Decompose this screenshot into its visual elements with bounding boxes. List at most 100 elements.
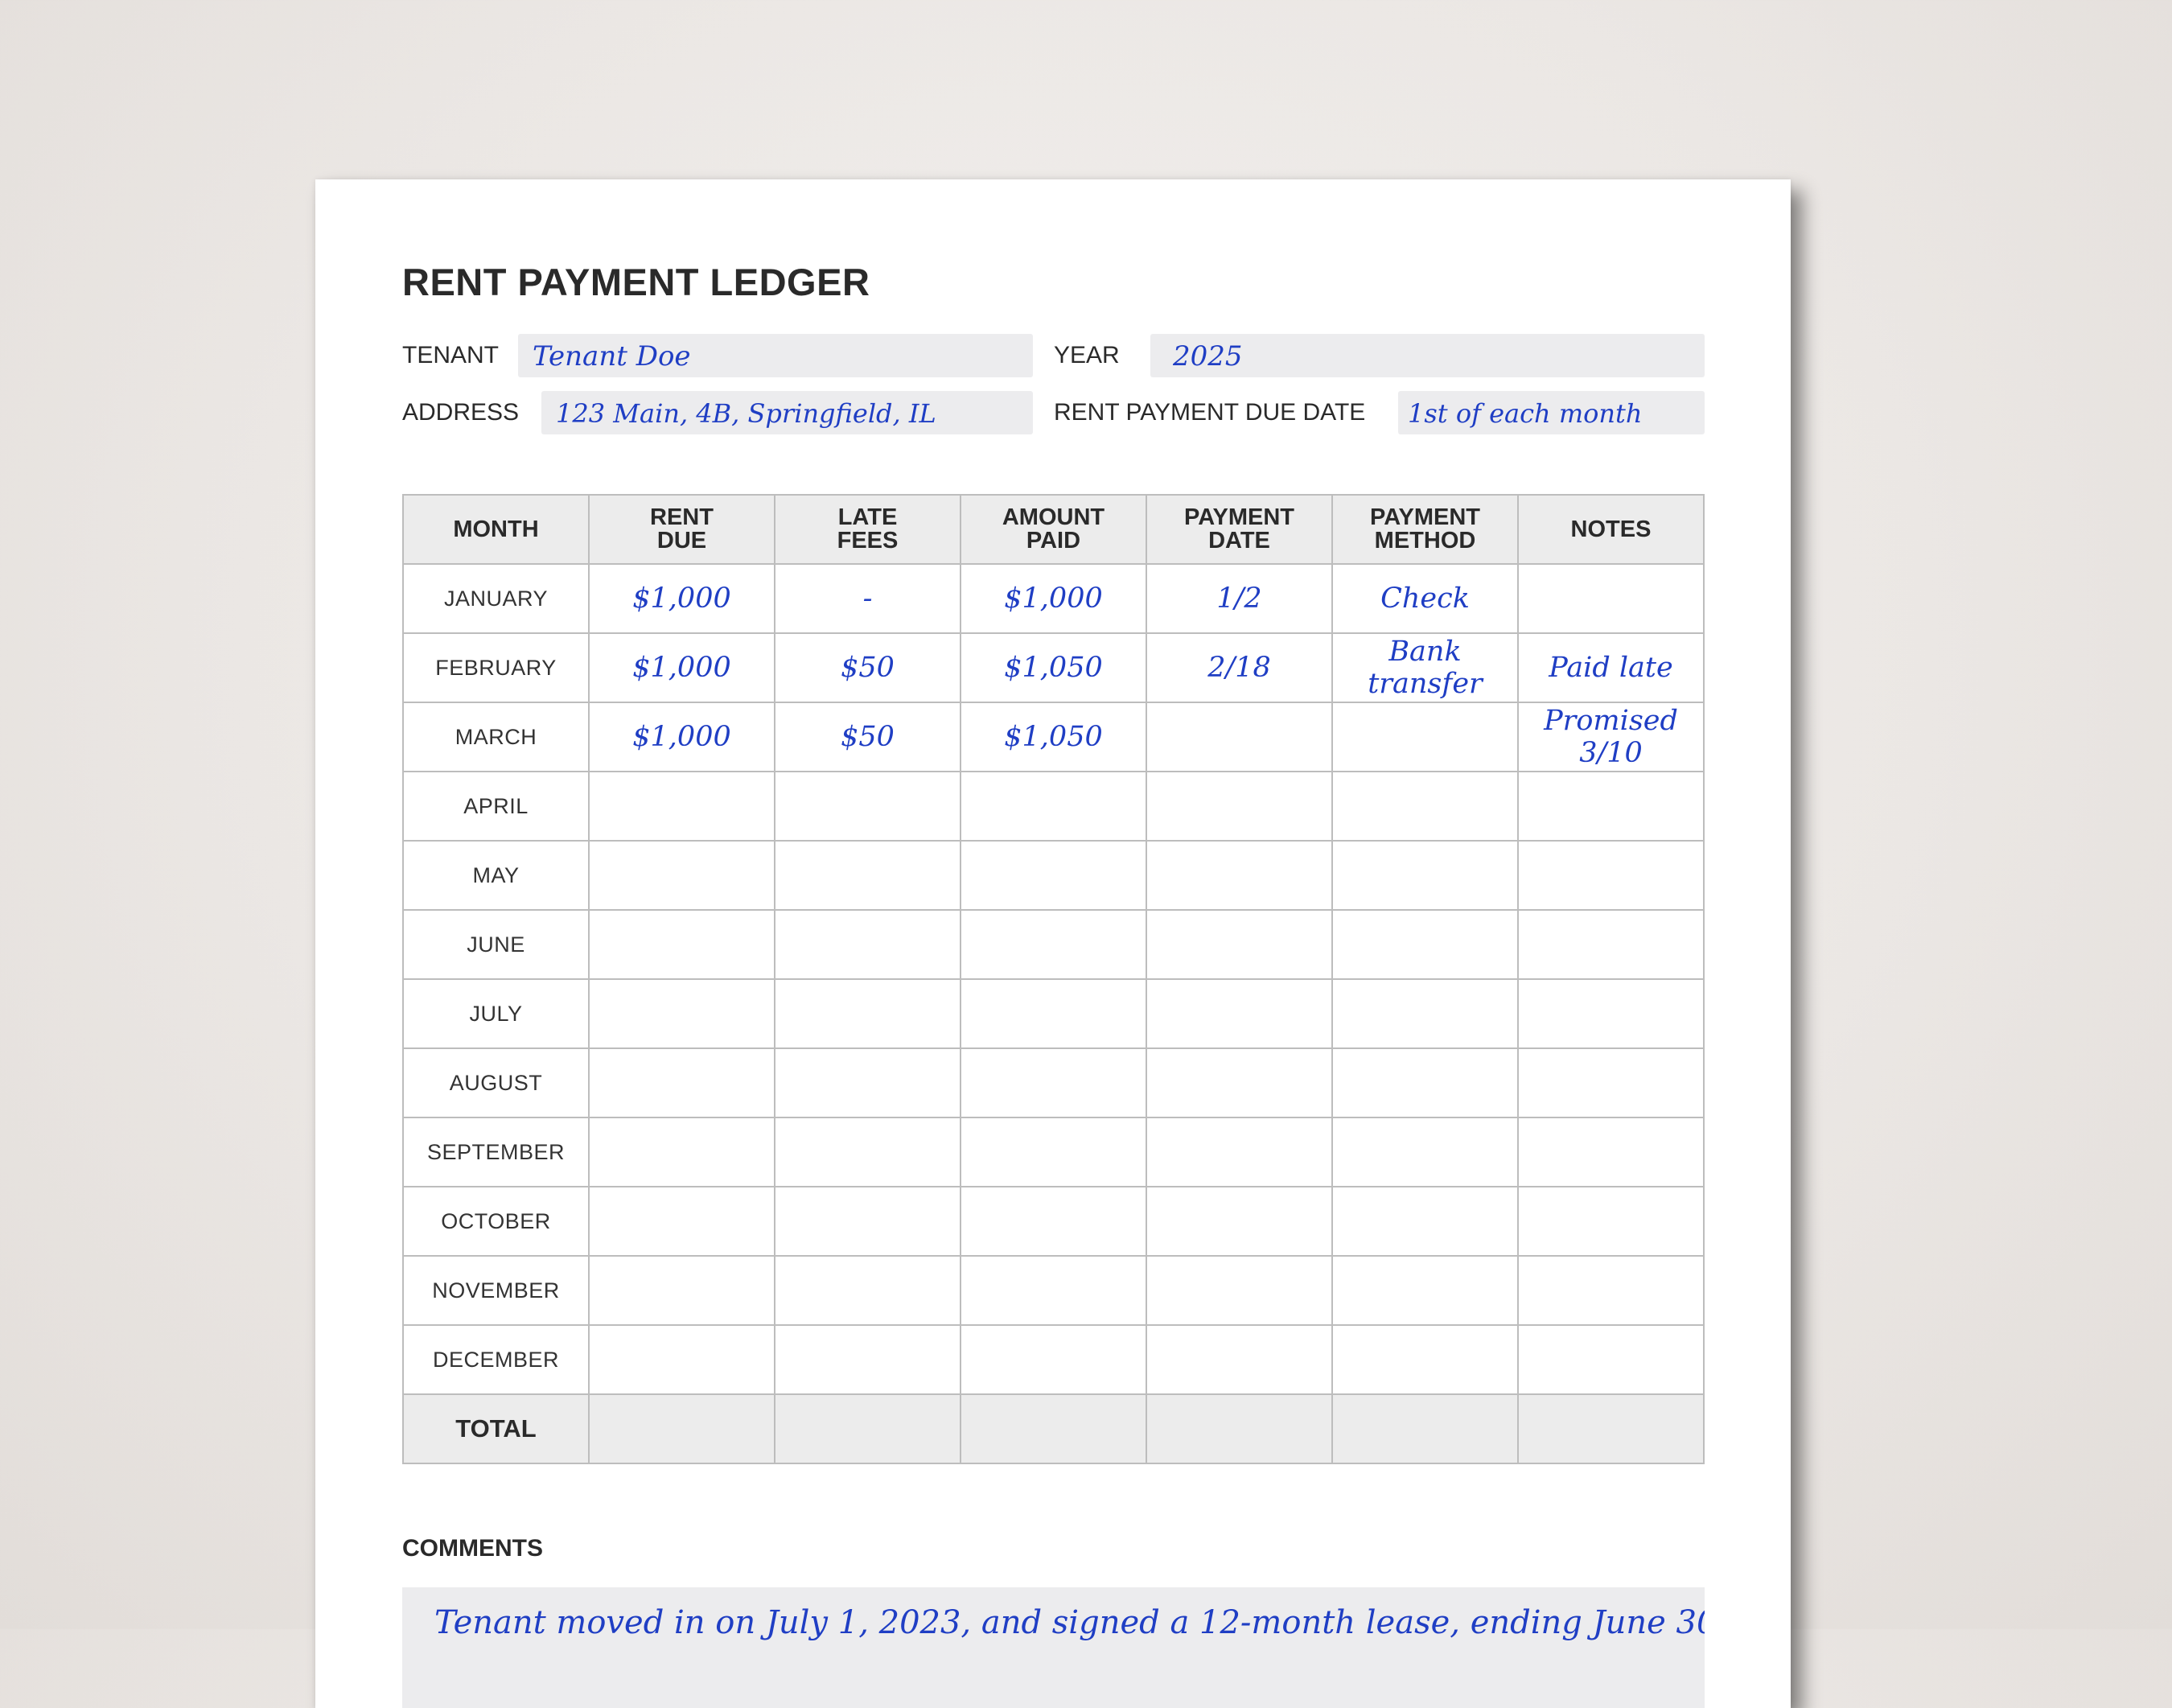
late-fees-cell[interactable]: [774, 1117, 961, 1187]
total-notes-cell[interactable]: [1517, 1393, 1705, 1464]
late-fees-cell[interactable]: [774, 909, 961, 980]
amount-paid-cell[interactable]: [960, 1117, 1147, 1187]
address-label: ADDRESS: [402, 399, 520, 426]
rent-due-cell[interactable]: [588, 1324, 775, 1395]
notes-cell[interactable]: [1517, 1324, 1705, 1395]
notes-cell[interactable]: [1517, 1186, 1705, 1257]
table-row: OCTOBER: [402, 1186, 1705, 1257]
amount-paid-cell[interactable]: [960, 1186, 1147, 1257]
late-fees-cell[interactable]: [774, 771, 961, 842]
table-row: DECEMBER: [402, 1324, 1705, 1395]
rent-due-cell[interactable]: [588, 909, 775, 980]
late-fees-cell[interactable]: [774, 1047, 961, 1118]
notes-cell[interactable]: [1517, 840, 1705, 911]
late-fees-cell[interactable]: $50: [774, 632, 961, 703]
address-value: 123 Main, 4B, Springfield, IL: [556, 398, 936, 429]
comments-box[interactable]: Tenant moved in on July 1, 2023, and sig…: [402, 1587, 1705, 1708]
payment-method-cell[interactable]: [1331, 840, 1519, 911]
rent-due-cell[interactable]: [588, 978, 775, 1049]
rent-due-cell[interactable]: [588, 1047, 775, 1118]
payment-method-cell[interactable]: [1331, 1324, 1519, 1395]
table-row: JANUARY $1,000- $1,000 1/2 Check: [402, 563, 1705, 634]
amount-paid-cell[interactable]: [960, 978, 1147, 1049]
total-late-fees-cell[interactable]: [774, 1393, 961, 1464]
payment-method-cell[interactable]: Check: [1331, 563, 1519, 634]
year-label: YEAR: [1054, 342, 1120, 368]
header-payment-method: PAYMENT METHOD: [1331, 494, 1519, 565]
payment-date-cell[interactable]: [1146, 978, 1333, 1049]
total-rent-due-cell[interactable]: [588, 1393, 775, 1464]
amount-paid-cell[interactable]: [960, 909, 1147, 980]
late-fees-cell[interactable]: [774, 978, 961, 1049]
late-fees-cell[interactable]: [774, 1255, 961, 1326]
payment-date-cell[interactable]: [1146, 909, 1333, 980]
rent-due-cell[interactable]: $1,000: [588, 563, 775, 634]
late-fees-cell[interactable]: [774, 1186, 961, 1257]
year-field[interactable]: 2025: [1150, 334, 1705, 377]
total-payment-method-cell[interactable]: [1331, 1393, 1519, 1464]
payment-date-cell[interactable]: [1146, 1117, 1333, 1187]
payment-date-cell[interactable]: [1146, 1255, 1333, 1326]
payment-date-cell[interactable]: [1146, 840, 1333, 911]
amount-paid-cell[interactable]: [960, 1255, 1147, 1326]
table-row: AUGUST: [402, 1047, 1705, 1118]
late-fees-cell[interactable]: [774, 840, 961, 911]
payment-method-cell[interactable]: [1331, 1186, 1519, 1257]
address-field[interactable]: 123 Main, 4B, Springfield, IL: [541, 391, 1033, 434]
table-row: NOVEMBER: [402, 1255, 1705, 1326]
table-row: JUNE: [402, 909, 1705, 980]
payment-date-cell[interactable]: [1146, 1186, 1333, 1257]
payment-date-cell[interactable]: [1146, 771, 1333, 842]
payment-method-cell[interactable]: [1331, 1255, 1519, 1326]
payment-date-cell[interactable]: 1/2: [1146, 563, 1333, 634]
payment-method-cell[interactable]: [1331, 1117, 1519, 1187]
notes-cell[interactable]: [1517, 978, 1705, 1049]
amount-paid-cell[interactable]: $1,050: [960, 702, 1147, 772]
payment-method-cell[interactable]: Bank transfer: [1331, 632, 1519, 703]
rent-due-cell[interactable]: [588, 771, 775, 842]
payment-date-cell[interactable]: [1146, 1047, 1333, 1118]
due-date-label: RENT PAYMENT DUE DATE: [1054, 399, 1366, 426]
amount-paid-cell[interactable]: $1,000: [960, 563, 1147, 634]
late-fees-cell[interactable]: -: [774, 563, 961, 634]
total-amount-paid-cell[interactable]: [960, 1393, 1147, 1464]
payment-date-cell[interactable]: [1146, 702, 1333, 772]
rent-due-cell[interactable]: [588, 1255, 775, 1326]
month-cell: OCTOBER: [402, 1186, 590, 1257]
rent-due-cell[interactable]: [588, 840, 775, 911]
amount-paid-cell[interactable]: [960, 771, 1147, 842]
late-fees-cell[interactable]: $50: [774, 702, 961, 772]
tenant-field[interactable]: Tenant Doe: [518, 334, 1033, 377]
notes-cell[interactable]: [1517, 1047, 1705, 1118]
notes-cell[interactable]: [1517, 563, 1705, 634]
payment-date-cell[interactable]: [1146, 1324, 1333, 1395]
amount-paid-cell[interactable]: [960, 1324, 1147, 1395]
table-row: SEPTEMBER: [402, 1117, 1705, 1187]
payment-method-cell[interactable]: [1331, 702, 1519, 772]
due-date-field[interactable]: 1st of each month: [1398, 391, 1705, 434]
notes-cell[interactable]: [1517, 909, 1705, 980]
notes-cell[interactable]: [1517, 1255, 1705, 1326]
year-value: 2025: [1173, 340, 1243, 372]
notes-cell[interactable]: [1517, 771, 1705, 842]
ledger-sheet: RENT PAYMENT LEDGER TENANT Tenant Doe YE…: [315, 179, 1791, 1708]
amount-paid-cell[interactable]: [960, 1047, 1147, 1118]
payment-method-cell[interactable]: [1331, 909, 1519, 980]
notes-cell[interactable]: [1517, 1117, 1705, 1187]
notes-cell[interactable]: Paid late: [1517, 632, 1705, 703]
rent-due-cell[interactable]: $1,000: [588, 702, 775, 772]
total-payment-date-cell[interactable]: [1146, 1393, 1333, 1464]
rent-due-cell[interactable]: $1,000: [588, 632, 775, 703]
rent-due-cell[interactable]: [588, 1186, 775, 1257]
amount-paid-cell[interactable]: [960, 840, 1147, 911]
payment-date-cell[interactable]: 2/18: [1146, 632, 1333, 703]
amount-paid-cell[interactable]: $1,050: [960, 632, 1147, 703]
payment-method-cell[interactable]: [1331, 1047, 1519, 1118]
comments-text: Tenant moved in on July 1, 2023, and sig…: [434, 1604, 1705, 1641]
month-cell: SEPTEMBER: [402, 1117, 590, 1187]
payment-method-cell[interactable]: [1331, 978, 1519, 1049]
late-fees-cell[interactable]: [774, 1324, 961, 1395]
payment-method-cell[interactable]: [1331, 771, 1519, 842]
notes-cell[interactable]: Promised 3/10: [1517, 702, 1705, 772]
rent-due-cell[interactable]: [588, 1117, 775, 1187]
